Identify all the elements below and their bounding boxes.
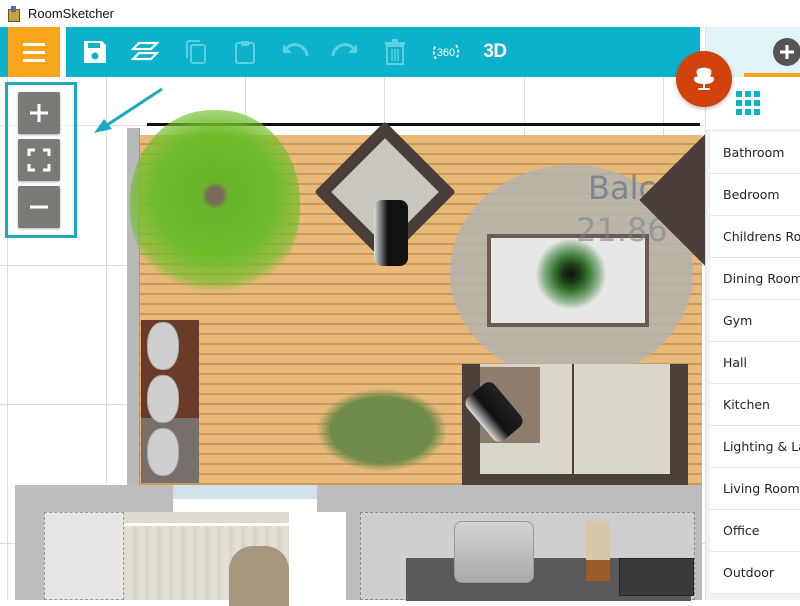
delete-button[interactable] [380,37,410,67]
minus-icon [30,205,48,209]
kitchen-counter[interactable] [360,512,695,601]
category-childrens-room[interactable]: Childrens Room [710,216,800,258]
plus-icon [30,104,48,122]
window-title: RoomSketcher [28,6,114,21]
grid-icon [735,91,760,115]
category-dining-room[interactable]: Dining Room [710,258,800,300]
floors-button[interactable] [130,37,160,67]
undo-icon [283,43,309,57]
category-kitchen[interactable]: Kitchen [710,384,800,426]
category-living-room[interactable]: Living Room [710,468,800,510]
shrub-plant[interactable] [316,388,448,472]
armchair-icon [694,67,714,90]
bedroom-floor[interactable] [124,512,346,606]
fullscreen-icon [27,148,51,172]
bean-bag[interactable] [229,546,289,606]
view-360-button[interactable]: 360 [430,37,462,67]
sink[interactable] [454,521,534,583]
trash-icon [385,39,405,65]
save-button[interactable] [80,37,110,67]
cutting-board[interactable] [586,521,610,581]
add-icon [780,45,794,59]
layers-icon [131,41,159,61]
category-outdoor[interactable]: Outdoor [710,552,800,594]
redo-button[interactable] [330,37,360,67]
stool[interactable] [147,375,179,423]
category-hall[interactable]: Hall [710,342,800,384]
menu-icon [23,42,45,46]
category-list: Bathroom Bedroom Childrens Room Dining R… [710,132,800,594]
cooktop[interactable] [619,558,694,596]
category-lighting-lamps[interactable]: Lighting & Lamps [710,426,800,468]
zoom-in-button[interactable] [18,92,60,134]
360-icon: 360 [432,44,460,60]
title-bar: RoomSketcher [0,0,800,27]
paste-button[interactable] [230,37,260,67]
pillow [374,200,408,266]
undo-button[interactable] [280,37,310,67]
stool[interactable] [147,428,179,476]
redo-icon [331,43,357,57]
window[interactable] [173,485,317,513]
category-gym[interactable]: Gym [710,300,800,342]
copy-button[interactable] [181,37,211,67]
room-floor[interactable] [44,512,124,600]
sidebar: Bathroom Bedroom Childrens Room Dining R… [705,27,800,600]
fit-to-screen-button[interactable] [18,139,60,181]
svg-text:360: 360 [437,47,455,59]
furniture-button[interactable] [676,51,732,107]
menu-button[interactable] [8,27,60,77]
view-3d-button[interactable]: 3D [480,37,510,67]
tutorial-arrow-icon [94,87,163,133]
paste-icon [235,41,255,64]
zoom-out-button[interactable] [18,186,60,228]
save-icon [84,41,106,63]
tab-add[interactable] [744,35,800,77]
room-area-label: 21.86 [576,211,668,249]
category-office[interactable]: Office [710,510,800,552]
stool[interactable] [147,322,179,370]
category-bathroom[interactable]: Bathroom [710,132,800,174]
app-logo-icon [7,5,21,22]
copy-icon [186,40,206,64]
category-bedroom[interactable]: Bedroom [710,174,800,216]
zoom-controls [5,82,77,238]
main-toolbar: 360 3D [0,27,700,77]
